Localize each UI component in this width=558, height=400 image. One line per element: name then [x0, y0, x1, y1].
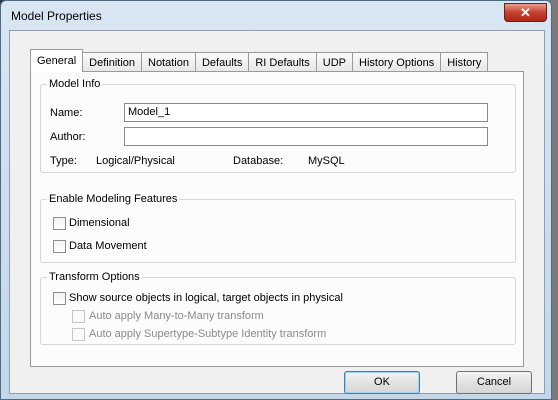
name-field[interactable]: Model_1	[124, 103, 488, 122]
name-label: Name:	[50, 107, 83, 119]
tab-strip: General Definition Notation Defaults RI …	[30, 49, 489, 72]
author-field[interactable]	[124, 127, 488, 146]
tab-history-options[interactable]: History Options	[352, 52, 442, 72]
dialog-body: General Definition Notation Defaults RI …	[9, 30, 545, 394]
many-to-many-checkbox[interactable]	[72, 310, 85, 323]
many-to-many-label: Auto apply Many-to-Many transform	[89, 310, 264, 322]
transform-options-legend: Transform Options	[47, 271, 142, 283]
tab-udp[interactable]: UDP	[315, 52, 353, 72]
tab-general[interactable]: General	[30, 49, 84, 72]
general-tab-panel: Model Info Name: Model_1 Author: Type: L…	[30, 71, 524, 367]
close-button[interactable]: ✕	[504, 3, 547, 22]
model-info-legend: Model Info	[47, 78, 103, 90]
show-source-label[interactable]: Show source objects in logical, target o…	[69, 292, 343, 304]
database-value: MySQL	[308, 155, 345, 167]
show-source-checkbox[interactable]	[53, 292, 66, 305]
data-movement-label[interactable]: Data Movement	[69, 240, 147, 252]
type-value: Logical/Physical	[96, 155, 175, 167]
transform-options-group: Transform Options Show source objects in…	[40, 271, 516, 345]
type-label: Type:	[50, 155, 77, 167]
author-label: Author:	[50, 131, 86, 143]
tab-history[interactable]: History	[440, 52, 489, 72]
supertype-subtype-checkbox[interactable]	[72, 328, 85, 341]
data-movement-checkbox[interactable]	[53, 240, 66, 253]
cancel-button[interactable]: Cancel	[456, 371, 532, 394]
database-label: Database:	[233, 155, 284, 167]
tab-definition[interactable]: Definition	[82, 52, 142, 72]
ok-button[interactable]: OK	[344, 371, 420, 394]
title-bar[interactable]: Model Properties ✕	[1, 1, 551, 30]
modeling-features-legend: Enable Modeling Features	[47, 193, 180, 205]
supertype-subtype-label: Auto apply Supertype-Subtype Identity tr…	[89, 328, 327, 340]
model-properties-dialog: Model Properties ✕ General Definition No…	[0, 0, 552, 400]
dimensional-checkbox[interactable]	[53, 217, 66, 230]
dimensional-label[interactable]: Dimensional	[69, 217, 130, 229]
tab-defaults[interactable]: Defaults	[194, 52, 250, 72]
modeling-features-group: Enable Modeling Features Dimensional Dat…	[40, 193, 516, 263]
tab-notation[interactable]: Notation	[141, 52, 196, 72]
model-info-group: Model Info Name: Model_1 Author: Type: L…	[40, 78, 516, 173]
dialog-title: Model Properties	[11, 9, 102, 23]
close-icon: ✕	[520, 5, 531, 20]
tab-ri-defaults[interactable]: RI Defaults	[248, 52, 317, 72]
